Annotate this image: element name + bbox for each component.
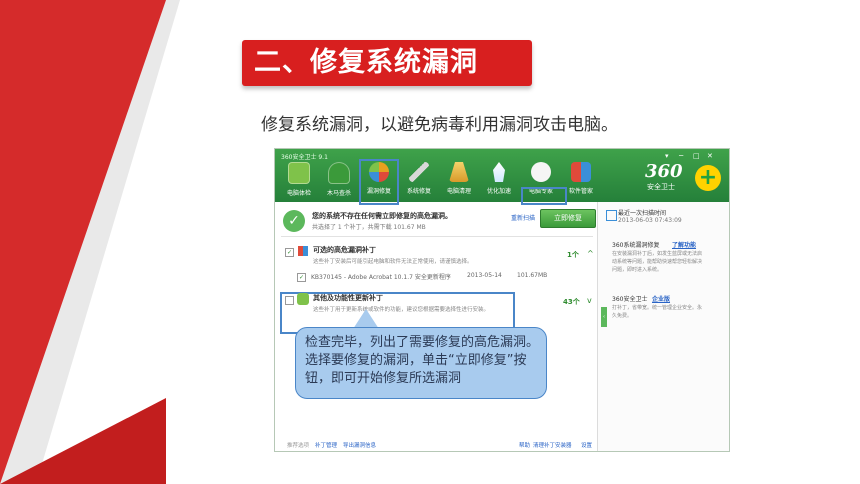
- status-detail: 共选择了 1 个补丁，共需下载 101.67 MB: [312, 224, 426, 231]
- app-logo: 360: [645, 161, 683, 182]
- shield-icon: [328, 162, 350, 184]
- patch-date: 2013-05-14: [467, 272, 502, 279]
- block2-text: 打补丁，省带宽。统一管理企业安全。永: [612, 305, 703, 311]
- tool-software-manager[interactable]: 软件管家: [565, 162, 597, 195]
- rescan-link[interactable]: 重新扫描: [511, 213, 535, 222]
- block1-title: 360系统漏洞修复: [612, 242, 660, 249]
- group2-count: 43个: [563, 298, 580, 306]
- export-vuln-link[interactable]: 导出漏洞信息: [343, 441, 376, 449]
- group2-title: 其他及功能性更新补丁: [313, 294, 383, 302]
- last-scan-label: 最近一次扫描时间: [618, 210, 667, 217]
- check-icon: ✓: [283, 210, 305, 232]
- app-toolbar: 360安全卫士 9.1 电脑体检 木马查杀 漏洞修复 系统修复 电脑清理 优化加…: [275, 149, 729, 205]
- patch-manage-link[interactable]: 补丁管理: [315, 441, 337, 449]
- app-title: 360安全卫士 9.1: [281, 154, 328, 161]
- patch-checkbox[interactable]: ✓: [297, 273, 306, 282]
- group1-desc: 这些补丁安装后可能引起电脑和软件无法正常使用，请谨慎选择。: [313, 259, 473, 265]
- tool-speedup[interactable]: 优化加速: [483, 162, 515, 195]
- menu-icon[interactable]: ▾: [665, 152, 669, 160]
- help-link[interactable]: 帮助: [519, 441, 530, 449]
- status-message: 您的系统不存在任何需立即修复的高危漏洞。: [312, 212, 452, 220]
- block1-text: 问题，即时进入系统。: [612, 267, 663, 273]
- group1-title: 可选的高危漏洞补丁: [313, 246, 376, 254]
- highlight-vuln-tab: [359, 159, 399, 205]
- last-scan-time: 2013-06-03 07:43:09: [618, 217, 682, 224]
- doctor-icon: [531, 162, 551, 182]
- tool-pc-checkup[interactable]: 电脑体检: [283, 162, 315, 197]
- app-window: 360安全卫士 9.1 电脑体检 木马查杀 漏洞修复 系统修复 电脑清理 优化加…: [274, 148, 730, 452]
- broom-icon: [449, 162, 469, 182]
- group1-count: 1个: [567, 251, 579, 259]
- app-logo-subtitle: 安全卫士: [647, 183, 675, 191]
- callout-text: 检查完毕，列出了需要修复的高危漏洞。选择要修复的漏洞，单击“立即修复”按钮，即可…: [305, 335, 540, 386]
- group2-checkbox[interactable]: [285, 296, 294, 305]
- patch-row[interactable]: ✓ KB370145 - Adobe Acrobat 10.1.7 安全更新程序…: [297, 272, 527, 284]
- patch-name: KB370145 - Adobe Acrobat 10.1.7 安全更新程序: [311, 274, 451, 281]
- maximize-icon[interactable]: □: [693, 152, 700, 160]
- settings-link[interactable]: 设置: [581, 441, 592, 449]
- info-sidebar: 最近一次扫描时间 2013-06-03 07:43:09 360系统漏洞修复 了…: [597, 202, 729, 451]
- slide-subtitle: 修复系统漏洞，以避免病毒利用漏洞攻击电脑。: [261, 115, 618, 135]
- calendar-icon: [606, 210, 617, 221]
- minimize-icon[interactable]: ─: [679, 152, 683, 160]
- footer-label: 推荐选项: [287, 443, 310, 449]
- footer-bar: 推荐选项 补丁管理 导出漏洞信息 帮助 清理补丁安装器 设置: [275, 437, 597, 451]
- windows-icon: [298, 246, 308, 256]
- tool-trojan-scan[interactable]: 木马查杀: [323, 162, 355, 197]
- fix-now-button[interactable]: 立即修复: [540, 209, 596, 228]
- close-icon[interactable]: ✕: [707, 152, 713, 160]
- group2-desc: 这些补丁用于更新系统或软件的功能，建议您根据需要选择性进行安装。: [313, 307, 490, 313]
- sidebar-collapse-handle[interactable]: ‹: [601, 307, 607, 327]
- patch-size: 101.67MB: [517, 272, 548, 279]
- chevron-down-icon[interactable]: v: [587, 296, 592, 305]
- block1-text: 动系统等问题，能帮助快速帮您轻松解决: [612, 259, 703, 265]
- slide-title: 二、修复系统漏洞: [254, 47, 478, 78]
- block2-text: 久免费。: [612, 313, 633, 319]
- block1-text: 在安装漏洞补丁后，如发生蓝屏或无法启: [612, 251, 703, 257]
- enterprise-link[interactable]: 企业版: [652, 294, 670, 303]
- chevron-up-icon[interactable]: ^: [587, 249, 594, 258]
- tool-cleanup[interactable]: 电脑清理: [443, 162, 475, 195]
- divider: [281, 236, 593, 237]
- rocket-icon: [493, 162, 505, 182]
- logo-plus-icon: +: [695, 165, 721, 191]
- group1-checkbox[interactable]: ✓: [285, 248, 294, 257]
- block2-title: 360安全卫士: [612, 296, 648, 303]
- checkup-icon: [288, 162, 310, 184]
- puzzle-icon: [297, 293, 309, 305]
- clean-installer-link[interactable]: 清理补丁安装器: [533, 441, 572, 449]
- tool-system-repair[interactable]: 系统修复: [403, 162, 435, 195]
- learn-more-link[interactable]: 了解功能: [672, 240, 696, 249]
- apps-icon: [571, 162, 591, 182]
- wrench-icon: [409, 162, 429, 182]
